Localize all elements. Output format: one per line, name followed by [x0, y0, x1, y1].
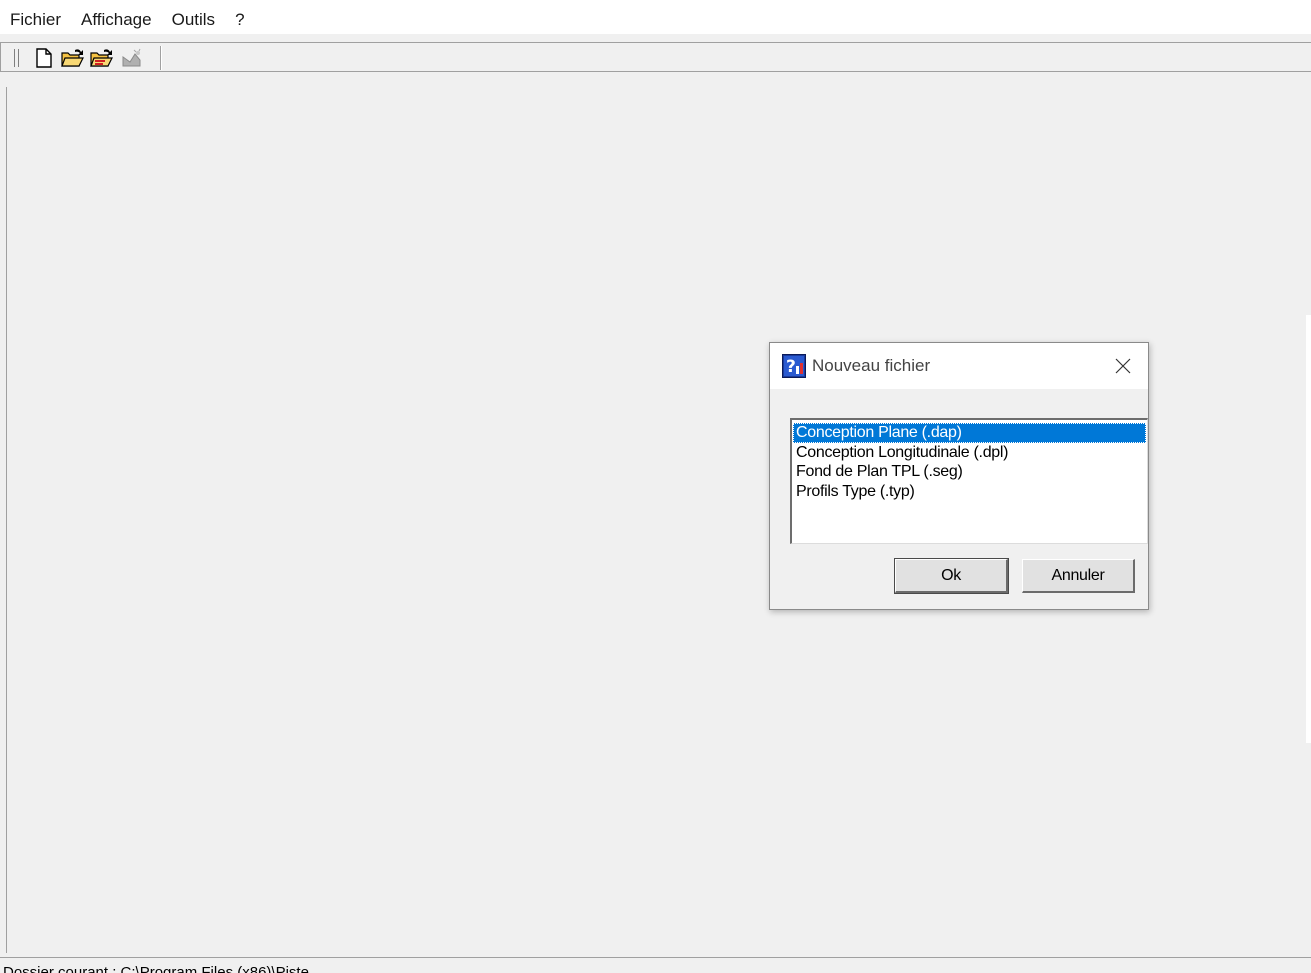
window-edge [1306, 315, 1311, 743]
svg-text:?: ? [786, 357, 796, 377]
close-icon [1115, 358, 1131, 374]
list-item-dap[interactable]: Conception Plane (.dap) [793, 423, 1146, 443]
dialog-title-bar[interactable]: ? Nouveau fichier [770, 343, 1148, 389]
menu-fichier[interactable]: Fichier [0, 6, 71, 34]
open-file-button[interactable] [60, 47, 86, 69]
open-folder-red-icon [90, 49, 113, 67]
cancel-button[interactable]: Annuler [1022, 559, 1135, 593]
open-folder-red-button[interactable] [89, 47, 115, 69]
menu-help[interactable]: ? [225, 6, 254, 34]
toolbar-separator [160, 46, 162, 70]
new-file-dialog: ? Nouveau fichier Conception Plane (.dap… [769, 342, 1149, 610]
menu-bar: Fichier Affichage Outils ? [0, 6, 1311, 35]
application-window: Fichier Affichage Outils ? ? Nouveau fic… [0, 0, 1311, 973]
list-item-typ[interactable]: Profils Type (.typ) [793, 482, 1146, 502]
toolbar-grip-handle[interactable] [13, 49, 21, 67]
dialog-close-button[interactable] [1108, 353, 1138, 379]
ok-button[interactable]: Ok [894, 558, 1009, 594]
menu-outils[interactable]: Outils [162, 6, 225, 34]
list-item-seg[interactable]: Fond de Plan TPL (.seg) [793, 462, 1146, 482]
disabled-tool-button[interactable] [119, 47, 145, 69]
list-item-dpl[interactable]: Conception Longitudinale (.dpl) [793, 443, 1146, 463]
new-document-icon [36, 48, 52, 68]
file-type-listbox[interactable]: Conception Plane (.dap) Conception Longi… [790, 418, 1148, 544]
dialog-title: Nouveau fichier [812, 356, 931, 375]
new-file-button[interactable] [31, 47, 57, 69]
open-folder-icon [61, 49, 84, 67]
status-bar: Dossier courant : C:\Program Files (x86)… [0, 957, 1311, 973]
toolbar [0, 42, 1311, 72]
tool-disabled-icon [122, 48, 141, 67]
menu-affichage[interactable]: Affichage [71, 6, 162, 34]
app-icon: ? [782, 354, 806, 378]
status-current-folder: Dossier courant : C:\Program Files (x86)… [3, 964, 309, 973]
